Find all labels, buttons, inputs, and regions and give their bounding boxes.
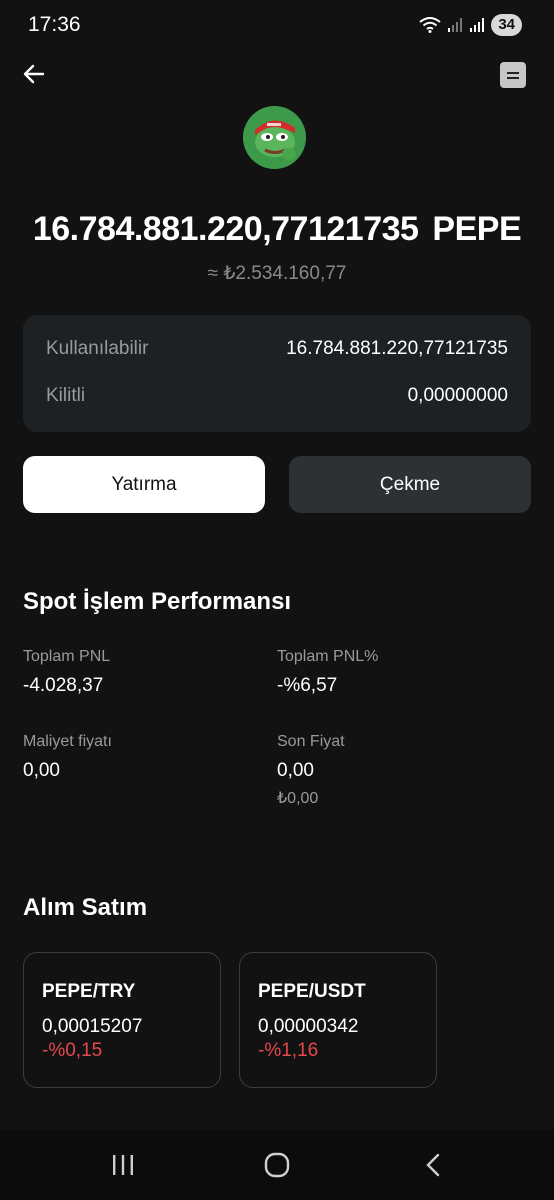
status-icons: 34 (419, 14, 522, 36)
balance-details-card: Kullanılabilir 16.784.881.220,77121735 K… (23, 315, 531, 432)
document-button[interactable] (500, 62, 526, 88)
total-pnl-value: -4.028,37 (23, 675, 104, 696)
status-bar: 17:36 34 (0, 0, 554, 50)
pair-change: -%0,15 (42, 1040, 103, 1061)
status-time: 17:36 (28, 13, 81, 36)
cost-price-label: Maliyet fiyatı (23, 733, 112, 750)
last-price-value: 0,00 (277, 760, 314, 781)
deposit-button[interactable]: Yatırma (23, 456, 265, 513)
balance-amount: 16.784.881.220,77121735 PEPE (0, 210, 554, 249)
chevron-left-icon (426, 1153, 440, 1177)
asset-symbol: PEPE (432, 210, 522, 248)
document-icon (507, 71, 519, 74)
home-icon (264, 1152, 290, 1178)
pair-card-pepe-try[interactable]: PEPE/TRY 0,00015207 -%0,15 (23, 952, 221, 1088)
available-row: Kullanılabilir 16.784.881.220,77121735 (46, 338, 508, 360)
system-back-button[interactable] (413, 1150, 453, 1180)
total-pnl-metric: Toplam PNL -4.028,37 (23, 648, 110, 697)
battery-badge: 34 (491, 14, 522, 36)
last-price-metric: Son Fiyat 0,00 ₺0,00 (277, 733, 345, 808)
pair-card-pepe-usdt[interactable]: PEPE/USDT 0,00000342 -%1,16 (239, 952, 437, 1088)
pepe-logo (243, 106, 306, 169)
home-button[interactable] (257, 1150, 297, 1180)
pair-change: -%1,16 (258, 1040, 319, 1061)
cost-price-metric: Maliyet fiyatı 0,00 (23, 733, 112, 782)
cost-price-value: 0,00 (23, 760, 60, 781)
total-pnl-label: Toplam PNL (23, 648, 111, 665)
total-pnl-pct-metric: Toplam PNL% -%6,57 (277, 648, 378, 697)
locked-row: Kilitli 0,00000000 (46, 385, 508, 407)
last-price-label: Son Fiyat (277, 733, 345, 750)
trading-title: Alım Satım (23, 894, 148, 921)
signal-icon-2 (470, 18, 485, 32)
locked-value: 0,00000000 (407, 385, 508, 406)
performance-title: Spot İşlem Performansı (23, 588, 292, 615)
available-label: Kullanılabilir (46, 338, 149, 359)
signal-icon-1 (448, 18, 463, 32)
recent-apps-icon (113, 1155, 133, 1175)
total-pnl-pct-label: Toplam PNL% (277, 648, 379, 665)
available-value: 16.784.881.220,77121735 (286, 338, 508, 359)
arrow-left-icon (23, 64, 45, 84)
locked-label: Kilitli (46, 385, 86, 406)
balance-value: 16.784.881.220,77121735 (32, 210, 419, 248)
wifi-icon (419, 17, 441, 33)
balance-fiat-value: ≈ ₺2.534.160,77 (207, 263, 347, 284)
document-icon-line (507, 76, 519, 79)
pair-price: 0,00015207 (42, 1016, 143, 1037)
back-button[interactable] (18, 58, 50, 90)
last-price-fiat: ₺0,00 (277, 790, 319, 807)
pair-name: PEPE/USDT (258, 981, 366, 1002)
system-nav-bar (0, 1130, 554, 1200)
total-pnl-pct-value: -%6,57 (277, 675, 338, 696)
pair-name: PEPE/TRY (42, 981, 136, 1002)
recent-apps-button[interactable] (103, 1150, 143, 1180)
withdraw-button[interactable]: Çekme (289, 456, 531, 513)
pair-price: 0,00000342 (258, 1016, 359, 1037)
